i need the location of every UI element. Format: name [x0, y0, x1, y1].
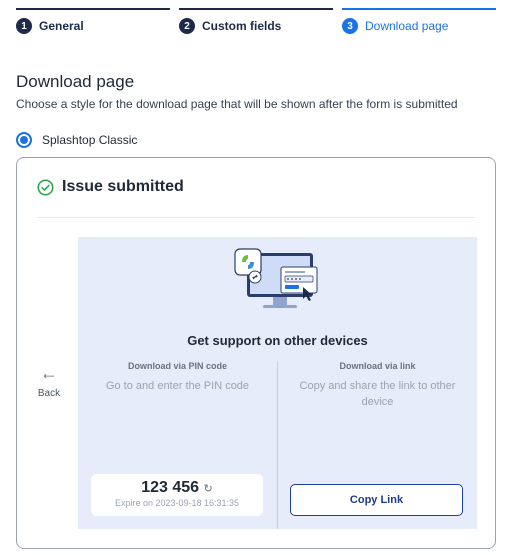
page-title: Download page: [16, 72, 135, 91]
pin-expiry: Expire on 2023-09-18 16:31:35: [114, 498, 240, 508]
copy-link-button[interactable]: Copy Link: [290, 484, 463, 516]
pin-code-column: Download via PIN code Go to and enter th…: [78, 361, 277, 394]
download-page-preview: Issue submitted ← Back Get support on ot…: [16, 157, 496, 549]
pin-code-row: 123 456 ↻: [91, 479, 263, 497]
style-radio[interactable]: [16, 132, 32, 148]
arrow-left-icon: ←: [40, 363, 58, 383]
link-column-description: Copy and share the link to other device: [299, 380, 456, 408]
step-custom-fields[interactable]: 2 Custom fields: [179, 8, 333, 36]
pin-code-box: 123 456 ↻ Expire on 2023-09-18 16:31:35: [91, 474, 263, 516]
step-label: Custom fields: [202, 19, 282, 33]
check-circle-icon: [37, 179, 54, 195]
issue-header: Issue submitted: [37, 178, 184, 196]
step-label: Download page: [365, 19, 449, 33]
step-download-page[interactable]: 3 Download page: [342, 8, 496, 36]
step-label: General: [39, 19, 84, 33]
stepper: 1 General 2 Custom fields 3 Download pag…: [16, 8, 496, 36]
style-option-label: Splashtop Classic: [42, 133, 138, 147]
issue-title: Issue submitted: [62, 178, 184, 195]
back-label: Back: [37, 388, 61, 399]
support-panel: Get support on other devices Download vi…: [78, 237, 477, 529]
panel-title: Get support on other devices: [187, 333, 368, 348]
link-column: Download via link Copy and share the lin…: [278, 361, 477, 410]
refresh-icon[interactable]: ↻: [204, 483, 213, 495]
link-column-title: Download via link: [339, 361, 416, 371]
devices-illustration: [234, 248, 318, 308]
step-number: 3: [342, 18, 358, 34]
step-number: 2: [179, 18, 195, 34]
style-option-splashtop-classic[interactable]: Splashtop Classic: [16, 132, 137, 148]
pin-column-title: Download via PIN code: [127, 361, 228, 371]
page-description: Choose a style for the download page tha…: [16, 97, 458, 111]
step-general[interactable]: 1 General: [16, 8, 170, 36]
pin-code: 123 456: [141, 479, 200, 496]
pin-column-description: Go to and enter the PIN code: [105, 380, 250, 392]
back-button[interactable]: ← Back: [37, 364, 61, 399]
step-number: 1: [16, 18, 32, 34]
divider: [37, 217, 475, 218]
